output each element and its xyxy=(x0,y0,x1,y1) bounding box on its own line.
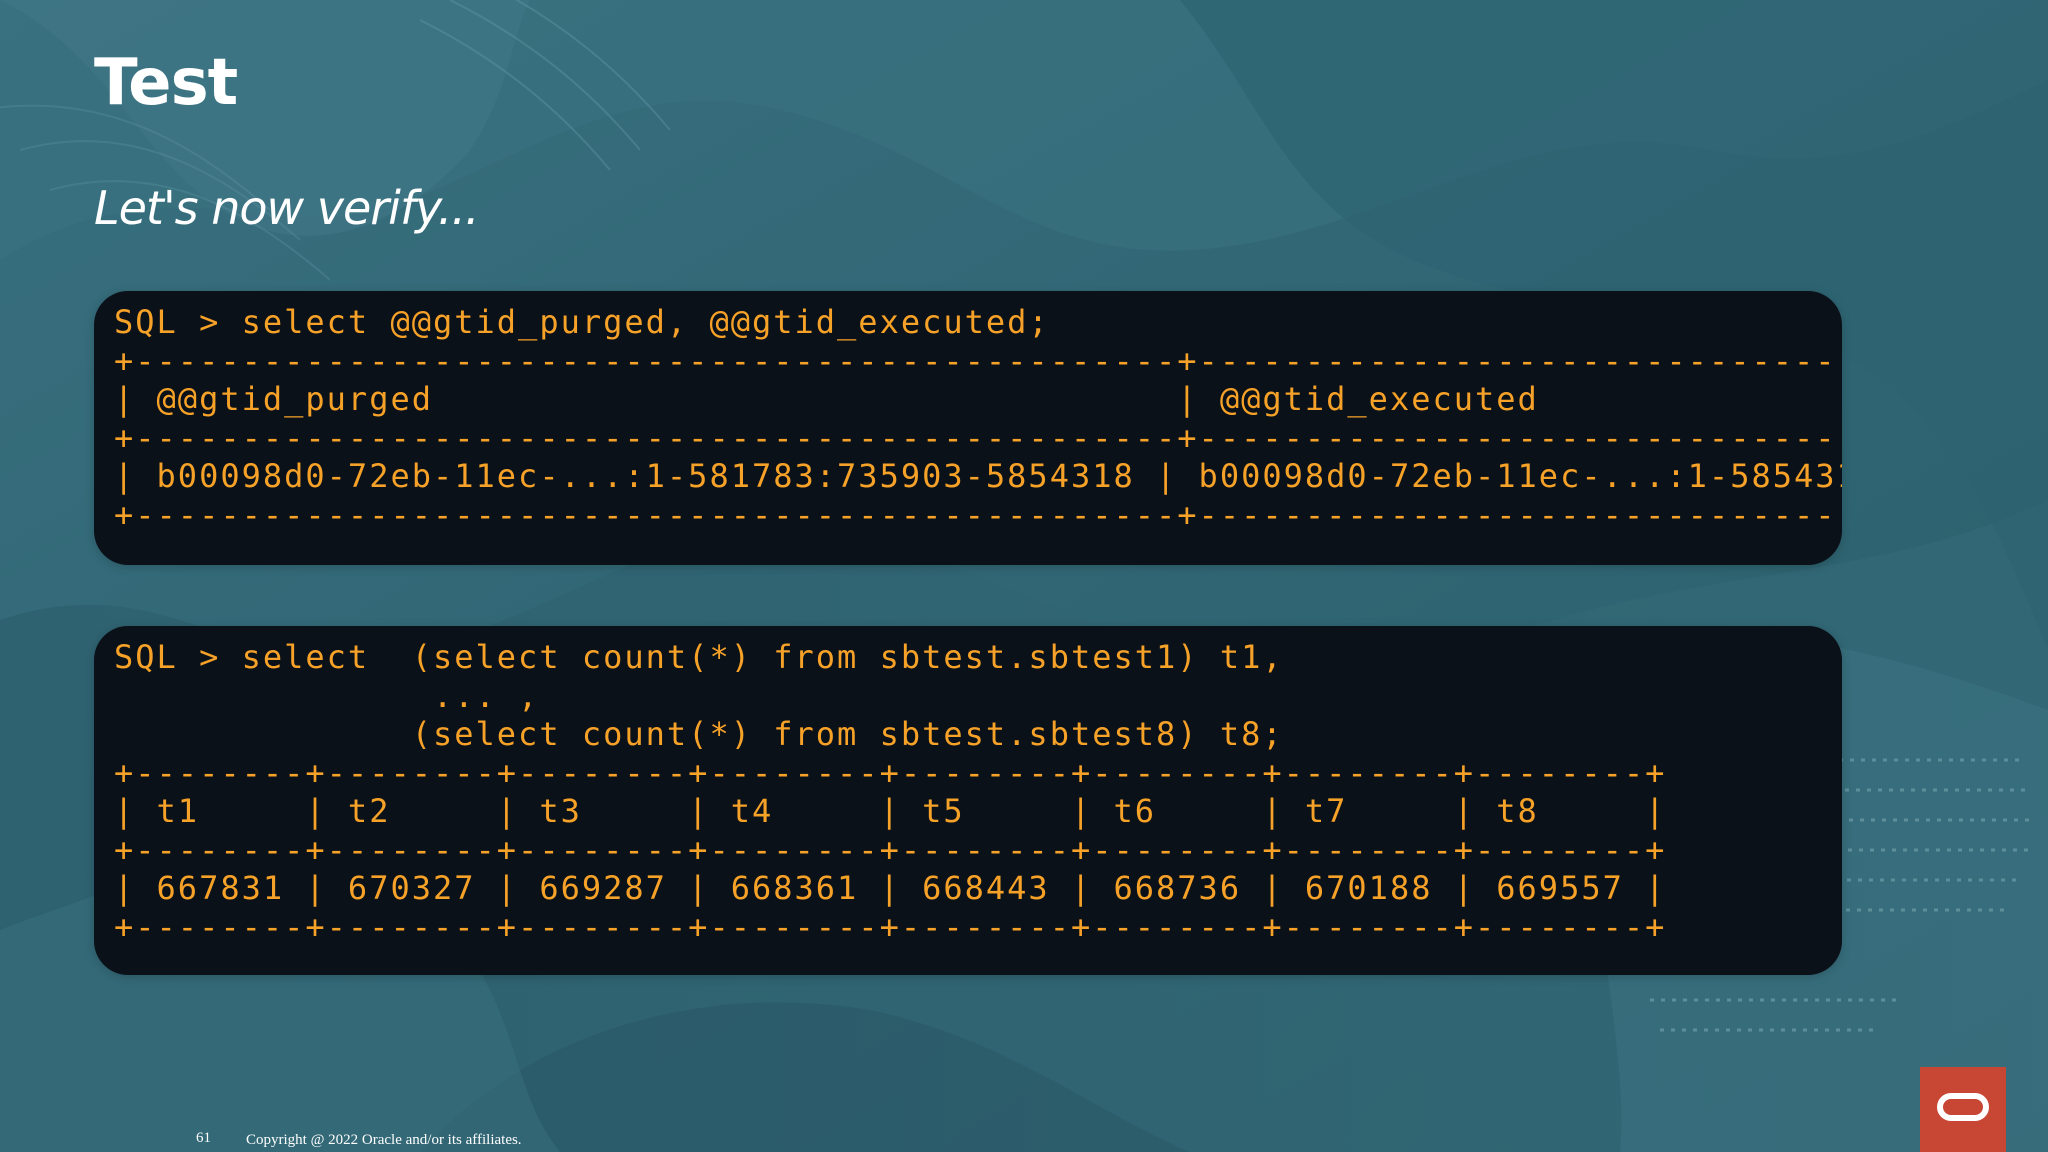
oracle-logo-icon xyxy=(1937,1093,1989,1121)
table-border-line: +---------------------------------------… xyxy=(114,418,1842,457)
sql-command-line: (select count(*) from sbtest.sbtest8) t8… xyxy=(114,715,1284,753)
table-border-line: +--------+--------+--------+--------+---… xyxy=(114,753,1667,792)
slide-title: Test xyxy=(94,46,238,120)
sql-terminal-gtid: SQL > select @@gtid_purged, @@gtid_execu… xyxy=(94,291,1842,565)
sql-command-line: SQL > select @@gtid_purged, @@gtid_execu… xyxy=(114,303,1050,341)
table-border-line: +--------+--------+--------+--------+---… xyxy=(114,907,1667,946)
sql-command-line: SQL > select (select count(*) from sbtes… xyxy=(114,638,1284,676)
slide-subtitle: Let's now verify... xyxy=(94,181,480,235)
sql-command-ellipsis: ... , xyxy=(114,676,540,715)
table-header-line: | t1 | t2 | t3 | t4 | t5 | t6 | t7 | t8 … xyxy=(114,792,1667,830)
page-number: 61 xyxy=(196,1130,211,1146)
table-border-line: +--------+--------+--------+--------+---… xyxy=(114,830,1667,869)
brand-logo-box xyxy=(1920,1067,2006,1152)
sql-output-gtid: SQL > select @@gtid_purged, @@gtid_execu… xyxy=(114,303,1842,534)
sql-terminal-counts: SQL > select (select count(*) from sbtes… xyxy=(94,626,1842,975)
slide-background xyxy=(0,0,2048,1152)
table-header-line: | @@gtid_purged | @@gtid_executed | xyxy=(114,380,1842,418)
table-row: | b00098d0-72eb-11ec-...:1-581783:735903… xyxy=(114,457,1842,495)
sql-output-counts: SQL > select (select count(*) from sbtes… xyxy=(114,638,1666,946)
table-border-line: +---------------------------------------… xyxy=(114,341,1842,380)
table-border-line: +---------------------------------------… xyxy=(114,495,1842,534)
copyright-text: Copyright @ 2022 Oracle and/or its affil… xyxy=(246,1132,522,1148)
table-row: | 667831 | 670327 | 669287 | 668361 | 66… xyxy=(114,869,1667,907)
